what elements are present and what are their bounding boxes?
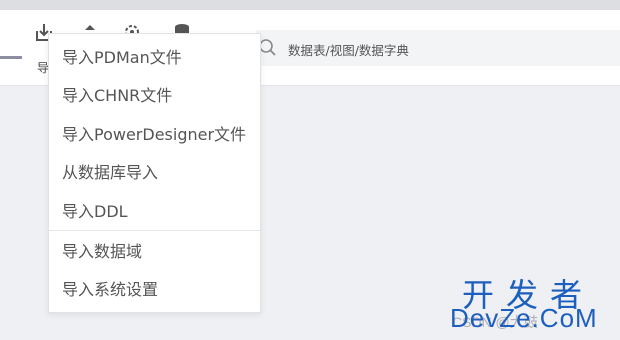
menu-item-import-pdman[interactable]: 导入PDMan文件 (49, 39, 260, 77)
window-top-strip (0, 0, 620, 10)
import-dropdown-menu: 导入PDMan文件 导入CHNR文件 导入PowerDesigner文件 从数据… (48, 33, 261, 313)
menu-item-import-from-database[interactable]: 从数据库导入 (49, 154, 260, 192)
menu-item-import-system-settings[interactable]: 导入系统设置 (49, 271, 260, 309)
menu-item-import-chnr[interactable]: 导入CHNR文件 (49, 77, 260, 115)
watermark-title-en: DevZe.CoM (450, 303, 598, 333)
left-indicator (0, 56, 22, 59)
search-icon (259, 39, 276, 56)
search-input[interactable]: 数据表/视图/数据字典 (288, 40, 409, 59)
menu-divider (49, 230, 260, 231)
menu-item-import-powerdesigner[interactable]: 导入PowerDesigner文件 (49, 116, 260, 154)
menu-item-import-ddl[interactable]: 导入DDL (49, 193, 260, 231)
search-bar[interactable]: 数据表/视图/数据字典 (256, 30, 620, 66)
menu-item-import-data-domain[interactable]: 导入数据域 (49, 233, 260, 271)
